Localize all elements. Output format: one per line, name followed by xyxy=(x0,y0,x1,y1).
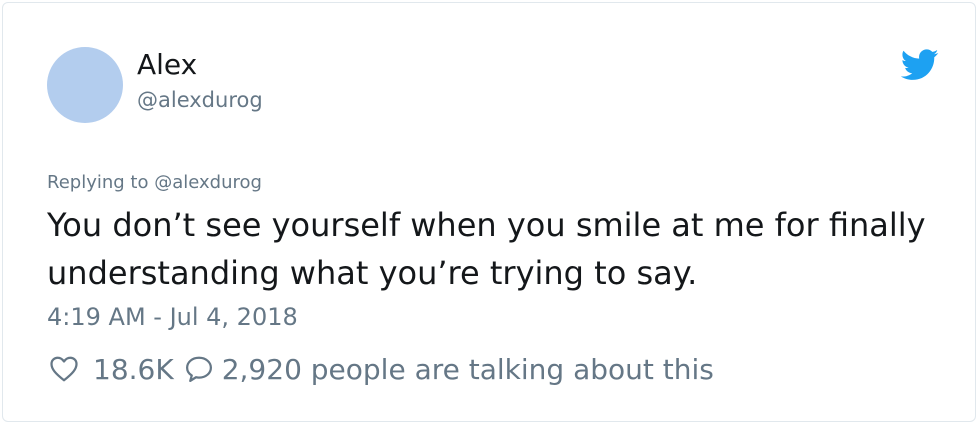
talking-count[interactable]: 2,920 people are talking about this xyxy=(222,353,714,386)
display-name[interactable]: Alex xyxy=(137,47,197,83)
tweet-text: You don’t see yourself when you smile at… xyxy=(47,206,926,292)
timestamp[interactable]: 4:19 AM - Jul 4, 2018 xyxy=(47,301,298,333)
tweet-actions: 18.6K 2,920 people are talking about thi… xyxy=(49,347,714,391)
speech-bubble-icon[interactable] xyxy=(184,354,214,384)
heart-outline-icon[interactable] xyxy=(49,354,79,384)
user-handle[interactable]: @alexdurog xyxy=(137,87,263,113)
avatar[interactable] xyxy=(47,47,123,123)
like-count: 18.6K xyxy=(93,352,174,386)
tweet-card: Alex @alexdurog Replying to @alexdurog Y… xyxy=(2,2,976,422)
twitter-bird-icon[interactable] xyxy=(901,49,939,81)
replying-to[interactable]: Replying to @alexdurog xyxy=(47,171,262,195)
